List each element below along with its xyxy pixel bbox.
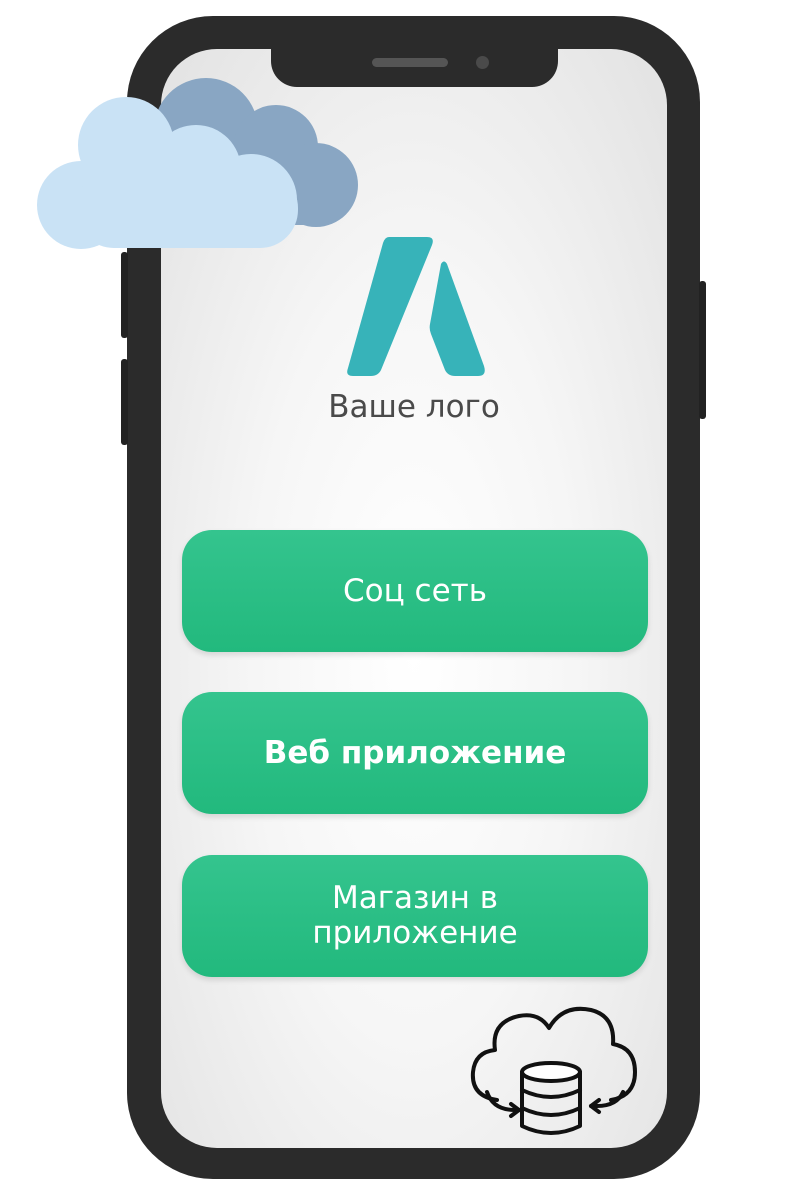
web-app-button[interactable]: Веб приложение bbox=[182, 692, 648, 814]
social-network-button[interactable]: Соц сеть bbox=[182, 530, 648, 652]
social-network-button-label: Соц сеть bbox=[342, 572, 487, 609]
front-camera bbox=[476, 56, 489, 69]
in-app-store-button-label: Магазин в приложение bbox=[312, 880, 518, 951]
phone-side-button-left-1 bbox=[121, 252, 128, 338]
in-app-store-button[interactable]: Магазин в приложение bbox=[182, 855, 648, 977]
speaker-grille bbox=[372, 58, 448, 67]
phone-side-button-left-2 bbox=[121, 359, 128, 445]
web-app-button-label: Веб приложение bbox=[263, 734, 567, 771]
stylized-a-logo-icon bbox=[347, 237, 485, 376]
cloud-database-sync-icon bbox=[470, 1006, 637, 1135]
cloud-icon bbox=[37, 78, 358, 249]
logo-caption: Ваше лого bbox=[328, 389, 500, 425]
phone-side-button-right bbox=[699, 281, 706, 419]
